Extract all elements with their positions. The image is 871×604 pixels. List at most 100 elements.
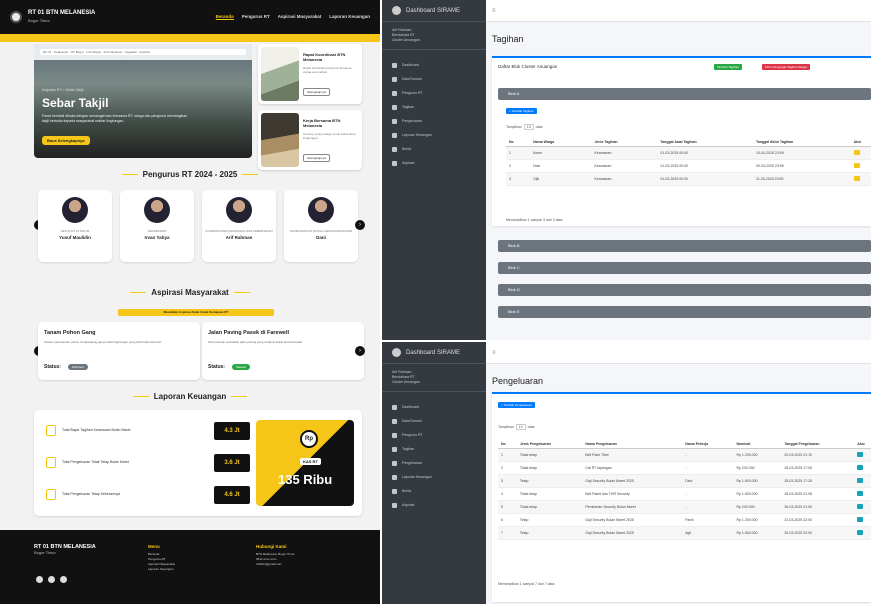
add-tagihan-blok-button[interactable]: + Tambah Tagihan — [506, 108, 537, 114]
col-jenis[interactable]: Jenis Tagihan — [591, 138, 658, 147]
news-button[interactable]: Selengkapnya — [303, 154, 331, 162]
nav-aspirasi[interactable]: Aspirasi Masyarakat — [278, 14, 322, 20]
aspirasi-next-icon[interactable]: › — [355, 346, 365, 356]
edit-icon[interactable] — [857, 465, 864, 470]
table-row: 6 Tetap Gaji Security Bulan Maret 2025 Pard… — [498, 513, 871, 527]
col-awal[interactable]: Tanggal Awal Tagihan — [657, 138, 754, 147]
edit-icon[interactable] — [857, 530, 864, 535]
col-nama[interactable]: Nama Pengeluaran — [582, 440, 683, 449]
youtube-icon[interactable] — [60, 576, 67, 583]
sidebar-item-aspirasi[interactable]: Aspirasi — [382, 156, 486, 170]
sidebar-item-pengurus[interactable]: Pengurus RT — [382, 86, 486, 100]
table-row: 5 Tidak tetap Pemberian Security Bulan Mar… — [498, 500, 871, 514]
col-jenis[interactable]: Jenis Pengeluaran — [516, 440, 583, 449]
col-pekerja[interactable]: Nama Pekerja — [682, 440, 734, 449]
table-header: No Nama Warga Jenis Tagihan Tanggal Awal… — [506, 138, 871, 147]
pengurus-card[interactable]: KOORDINATOR SOSIAL KEMASYARAKATAN Dani — [284, 190, 358, 262]
edit-icon[interactable] — [857, 452, 864, 457]
hero-read-more-button[interactable]: Baca Selengkapnya — [42, 136, 90, 145]
kas-label: KAS RT — [300, 458, 321, 465]
send-reminder-button[interactable]: Kirim Pengingat Tagihan Warga — [762, 64, 811, 70]
col-nama[interactable]: Nama Warga — [530, 138, 592, 147]
edit-icon[interactable] — [853, 176, 860, 181]
aspirasi-cta-button[interactable]: Masukkan Aspirasi Anda Untuk Kemajuan RT — [118, 309, 274, 316]
finance-row: Total Bayar Tagihan Keamanan Bulan Maret… — [42, 420, 250, 442]
edit-icon[interactable] — [857, 504, 864, 509]
blok-accordion[interactable]: Blok D — [498, 284, 871, 296]
tagihan-card: Daftar Blok Cluster Anuangan Tambah Tagi… — [492, 56, 871, 226]
admin-brand[interactable]: Dashboard SIRAME — [382, 342, 486, 364]
col-no[interactable]: No — [498, 440, 517, 449]
instagram-icon[interactable] — [48, 576, 55, 583]
add-pengeluaran-button[interactable]: + Tambah Pengeluaran — [498, 402, 536, 408]
show-label: Tampilkan — [498, 425, 514, 429]
edit-icon[interactable] — [857, 478, 864, 483]
logo-icon[interactable] — [10, 11, 22, 23]
sidebar-item-laporan[interactable]: Laporan Keuangan — [382, 128, 486, 142]
card-title: Daftar Blok Cluster Anuangan — [498, 64, 558, 69]
news-button[interactable]: Selengkapnya — [303, 88, 331, 96]
edit-icon[interactable] — [857, 517, 864, 522]
pengurus-card[interactable]: SEKRETARIS Irvan Yahya — [120, 190, 194, 262]
entries-select[interactable]: 10 — [523, 124, 534, 130]
sidebar-item-pengeluaran[interactable]: Pengeluaran — [382, 114, 486, 128]
add-tagihan-button[interactable]: Tambah Tagihan — [714, 64, 742, 70]
sidebar-item-aspirasi[interactable]: Aspirasi — [382, 498, 486, 512]
news-card[interactable]: Rapat Koordinasi BTN Melanesia Rapat koo… — [258, 44, 362, 104]
hamburger-icon[interactable]: ≡ — [492, 8, 496, 14]
sidebar-item-label: Berita — [402, 147, 412, 151]
edit-icon[interactable] — [853, 150, 860, 155]
sidebar-item-tagihan[interactable]: Tagihan — [382, 100, 486, 114]
blok-accordion[interactable]: Blok B — [498, 240, 871, 252]
sidebar-item-dashboard[interactable]: Dashboard — [382, 400, 486, 414]
footer-email: rt01btn@gmail.com — [256, 562, 283, 566]
blok-accordion[interactable]: Blok A — [498, 88, 871, 100]
nav-laporan[interactable]: Laporan Keuangan — [329, 14, 370, 20]
aspirasi-card[interactable]: Tanam Pohon Gang Usulan penanaman pohon … — [38, 322, 200, 380]
carousel-next-icon[interactable]: › — [355, 220, 365, 230]
nav-beranda[interactable]: Beranda — [215, 14, 234, 20]
cell: - — [682, 461, 734, 475]
status-label: Status: — [208, 364, 225, 370]
col-tanggal[interactable]: Tanggal Pengeluaran — [781, 440, 855, 449]
news-desc: Rapat koordinasi pengurus bersama warga … — [303, 66, 352, 74]
site-brand[interactable]: RT 01 BTN MELANESIA Bogor Timur — [28, 10, 95, 24]
nav-pengurus[interactable]: Pengurus RT — [242, 14, 270, 20]
footer-link[interactable]: Laporan Keuangan — [148, 567, 175, 572]
sidebar-item-laporan[interactable]: Laporan Keuangan — [382, 470, 486, 484]
edit-icon[interactable] — [853, 163, 860, 168]
blok-accordion[interactable]: Blok E — [498, 306, 871, 318]
sidebar-item-tagihan[interactable]: Tagihan — [382, 442, 486, 456]
admin-brand[interactable]: Dashboard SIRAME — [382, 0, 486, 22]
chat-icon — [392, 160, 397, 166]
hamburger-icon[interactable]: ≡ — [492, 350, 496, 356]
col-no[interactable]: No — [506, 138, 531, 147]
pengurus-card[interactable]: KETUA RT 01 RW 06 Yusuf Maulidin — [38, 190, 112, 262]
sidebar-item-label: Tagihan — [402, 447, 415, 451]
cell: 2 — [506, 159, 531, 173]
sidebar-item-pengurus[interactable]: Pengurus RT — [382, 428, 486, 442]
hero-browser-bar: Rw 01 · Pelayanan · RT Bogor · Info Warg… — [34, 44, 252, 60]
sidebar-item-dashboard[interactable]: Dashboard — [382, 58, 486, 72]
pengurus-card[interactable]: KOORDINATOR KEAMANAN DAN KEBERSIHAN Arif… — [202, 190, 276, 262]
blok-accordion[interactable]: Blok C — [498, 262, 871, 274]
sidebar-item-label: Pengurus RT — [402, 91, 423, 95]
edit-icon[interactable] — [857, 491, 864, 496]
sidebar-item-berita[interactable]: Berita — [382, 484, 486, 498]
admin-tagihan-panel: Dashboard SIRAME Arif Rahman Bendahara R… — [382, 0, 871, 340]
sidebar-item-data-rumah[interactable]: Data Rumah — [382, 72, 486, 86]
sidebar-item-data-rumah[interactable]: Data Rumah — [382, 414, 486, 428]
col-akhir[interactable]: Tanggal Akhir Tagihan — [753, 138, 851, 147]
hero-url: Rw 01 · Pelayanan · RT Bogor · Info Warg… — [40, 49, 246, 55]
cell: 4 — [498, 487, 517, 501]
col-nominal[interactable]: Nominal — [733, 440, 782, 449]
cell: Rp 1.200.000 — [733, 513, 782, 527]
cell: 10-04-2025 23:59 — [753, 146, 851, 160]
aspirasi-card[interactable]: Jalan Paving Pasek di Farewell Permohona… — [202, 322, 364, 380]
entries-select[interactable]: 10 — [515, 424, 526, 430]
sidebar-item-berita[interactable]: Berita — [382, 142, 486, 156]
facebook-icon[interactable] — [36, 576, 43, 583]
sidebar-item-pengeluaran[interactable]: Pengeluaran — [382, 456, 486, 470]
news-card[interactable]: Kerja Bersama BTN Melanesia Gotong royon… — [258, 110, 362, 170]
cell: Keamanan — [591, 146, 658, 160]
